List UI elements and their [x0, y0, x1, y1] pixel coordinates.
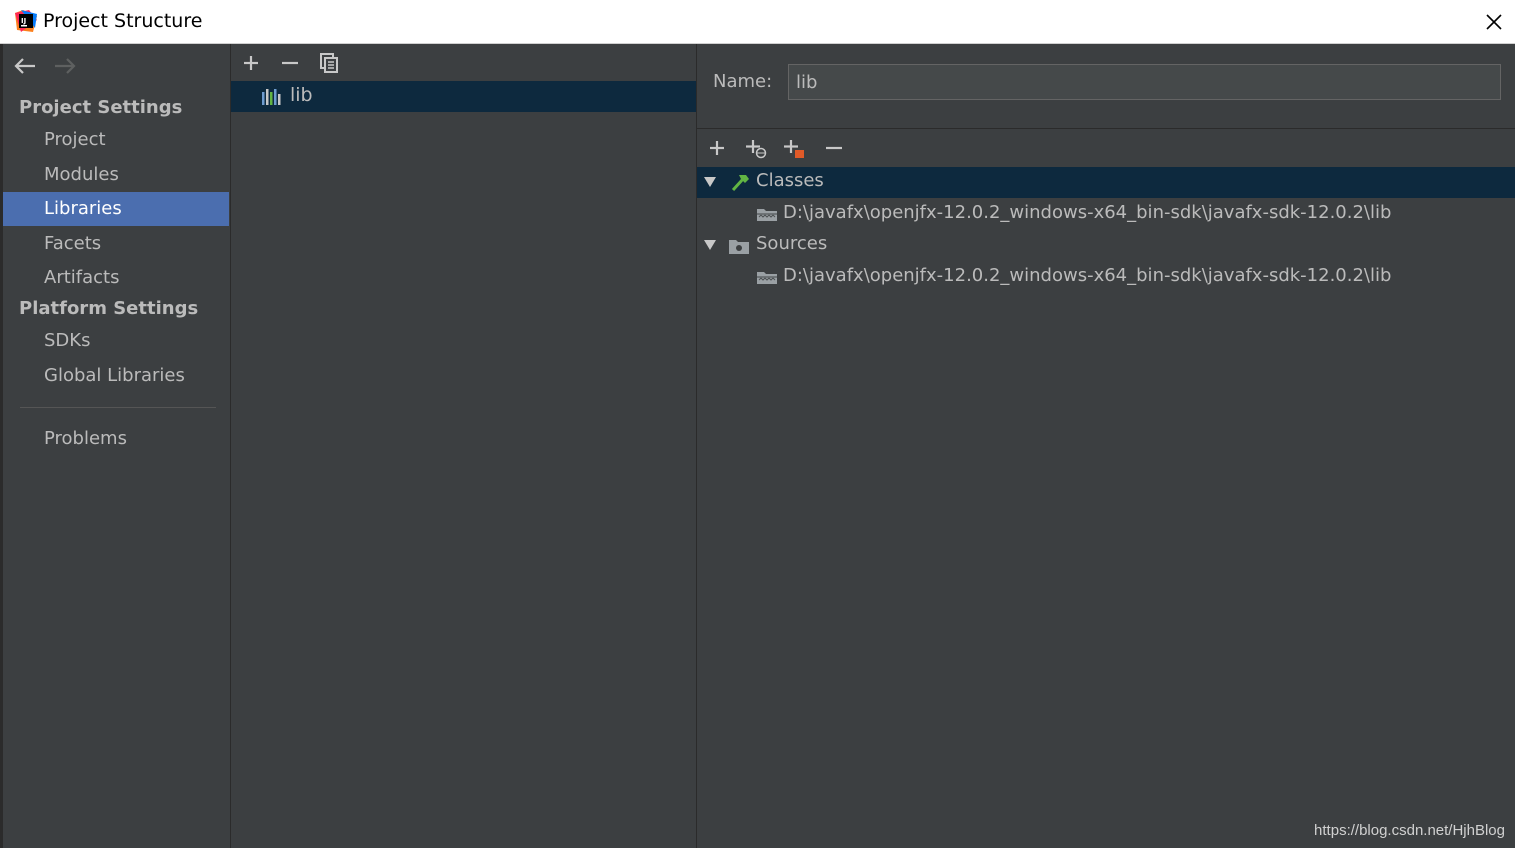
add-icon[interactable]: [240, 52, 262, 74]
sidebar-item-modules[interactable]: Modules: [3, 158, 229, 192]
library-label: lib: [290, 84, 313, 106]
name-label: Name:: [713, 71, 773, 92]
expand-arrow-icon[interactable]: [703, 238, 717, 252]
library-name-input[interactable]: [788, 64, 1501, 100]
remove-icon[interactable]: [822, 137, 846, 159]
tree-node-sources[interactable]: Sources: [697, 230, 1515, 261]
expand-arrow-icon[interactable]: [703, 175, 717, 189]
watermark: https://blog.csdn.net/HjhBlog: [1314, 822, 1505, 839]
forward-arrow-icon[interactable]: [52, 57, 78, 75]
close-icon[interactable]: [1481, 9, 1507, 35]
library-details-panel: Name: Classes D:\javafx\op: [697, 44, 1515, 848]
add-icon[interactable]: [705, 137, 729, 159]
settings-sidebar: Project Settings Project Modules Librari…: [3, 44, 231, 848]
classes-path-row[interactable]: D:\javafx\openjfx-12.0.2_windows-x64_bin…: [697, 199, 1515, 230]
sidebar-item-libraries[interactable]: Libraries: [3, 192, 229, 226]
back-arrow-icon[interactable]: [12, 57, 38, 75]
jar-directory-icon: [757, 272, 777, 284]
project-settings-header: Project Settings: [19, 97, 183, 118]
platform-settings-header: Platform Settings: [19, 298, 199, 319]
classes-path-label: D:\javafx\openjfx-12.0.2_windows-x64_bin…: [783, 202, 1392, 223]
title-bar: IJ Project Structure: [0, 0, 1515, 44]
classes-label: Classes: [756, 170, 824, 191]
sidebar-item-global-libraries[interactable]: Global Libraries: [3, 359, 229, 393]
svg-text:IJ: IJ: [21, 17, 26, 25]
compiled-classes-icon: [731, 175, 749, 192]
sidebar-item-sdks[interactable]: SDKs: [3, 324, 229, 358]
jar-directory-icon: [757, 209, 777, 221]
remove-icon[interactable]: [279, 52, 301, 74]
window-title: Project Structure: [43, 10, 203, 32]
sources-label: Sources: [756, 233, 828, 254]
details-separator: [697, 128, 1515, 129]
library-icon: [262, 89, 281, 105]
libraries-panel: lib: [231, 44, 697, 848]
source-folder-icon: [729, 240, 749, 254]
library-list-item[interactable]: lib: [231, 81, 696, 112]
copy-icon[interactable]: [318, 52, 340, 74]
add-url-icon[interactable]: [744, 137, 768, 159]
sidebar-item-problems[interactable]: Problems: [3, 422, 229, 456]
sidebar-item-project[interactable]: Project: [3, 123, 229, 157]
add-jar-icon[interactable]: [782, 137, 806, 159]
intellij-app-icon: IJ: [15, 10, 37, 32]
sidebar-item-artifacts[interactable]: Artifacts: [3, 261, 229, 295]
sidebar-divider: [20, 407, 216, 408]
sources-path-row[interactable]: D:\javafx\openjfx-12.0.2_windows-x64_bin…: [697, 262, 1515, 293]
tree-node-classes[interactable]: Classes: [697, 167, 1515, 198]
sources-path-label: D:\javafx\openjfx-12.0.2_windows-x64_bin…: [783, 265, 1392, 286]
sidebar-item-facets[interactable]: Facets: [3, 227, 229, 261]
